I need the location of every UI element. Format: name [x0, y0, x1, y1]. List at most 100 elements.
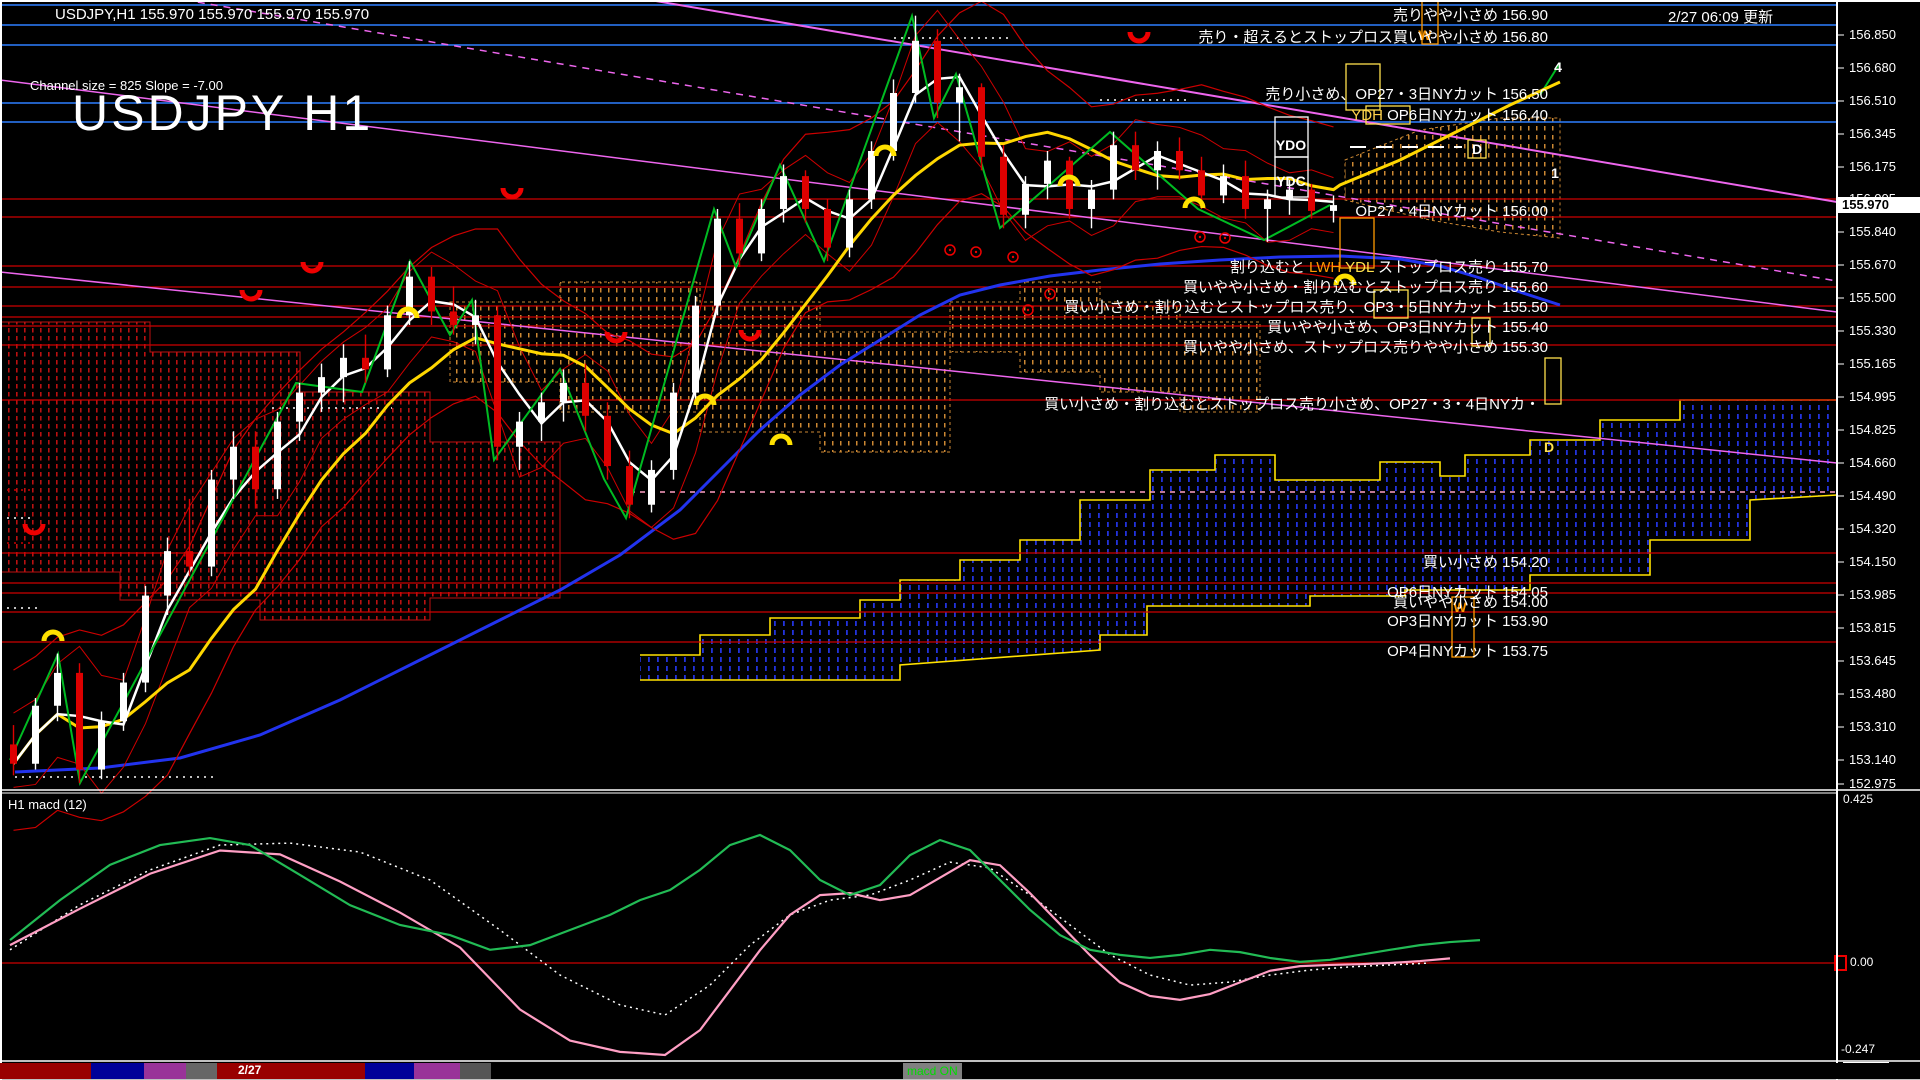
- price-axis-label: 154.490: [1849, 488, 1896, 503]
- candle-bear: [1132, 145, 1139, 170]
- price-axis-label: 153.310: [1849, 719, 1896, 734]
- candle-bull: [890, 93, 897, 151]
- candle-bull: [1154, 151, 1161, 170]
- candle-bull: [384, 315, 391, 369]
- level-annotation: OP3日NYカット 153.90: [1387, 613, 1548, 630]
- red-circle-dot: [1027, 309, 1029, 311]
- macd-toggle-button[interactable]: macd ON: [903, 1063, 962, 1079]
- candle-bull: [670, 393, 677, 470]
- macd-indicator-label: H1 macd (12): [8, 797, 87, 812]
- candle-bull: [1264, 199, 1271, 209]
- candle-bull: [560, 383, 567, 402]
- candle-bear: [1198, 170, 1205, 195]
- candle-bull: [98, 721, 105, 769]
- level-annotation: YDH OP6日NYカット 156.40: [1351, 107, 1548, 124]
- red-circle-dot: [1049, 293, 1051, 295]
- price-axis-label: 154.995: [1849, 389, 1896, 404]
- candle-bull: [142, 596, 149, 683]
- candle-bull: [340, 358, 347, 377]
- level-annotation: OP27・4日NYカット 156.00: [1355, 203, 1548, 220]
- bottom-bar-segment: [0, 1063, 91, 1079]
- chart-canvas[interactable]: YDOYDCWWDD41売りやや小さめ 156.90売り・超えるとストップロス買…: [0, 0, 1920, 1080]
- bottom-bar-segment: [91, 1063, 144, 1079]
- candle-bull: [648, 470, 655, 505]
- candle-bull: [472, 315, 479, 325]
- candle-bear: [604, 416, 611, 466]
- candle-bull: [208, 480, 215, 567]
- level-annotation: 買い小さめ 154.20: [1423, 554, 1548, 571]
- candle-bull: [538, 402, 545, 421]
- candle-bull: [274, 422, 281, 490]
- floating-label: D: [1472, 141, 1482, 157]
- candle-bull: [1088, 190, 1095, 209]
- update-time-label: 2/27 06:09 更新: [1668, 6, 1773, 27]
- candle-bull: [846, 199, 853, 247]
- level-annotation: 買いやや小さめ 154.00: [1393, 594, 1548, 611]
- candle-bull: [868, 151, 875, 199]
- candle-bull: [758, 209, 765, 253]
- price-axis-label: 153.645: [1849, 653, 1896, 668]
- candle-bull: [692, 306, 699, 393]
- level-annotation: 買いやや小さめ・割り込むとストップロス売り 155.60: [1183, 279, 1548, 296]
- candle-bull: [1110, 145, 1117, 189]
- price-axis-label: 154.150: [1849, 554, 1896, 569]
- price-axis-label: 156.175: [1849, 159, 1896, 174]
- candle-bear: [934, 41, 941, 103]
- red-circle-dot: [1199, 236, 1201, 238]
- red-circle-dot: [1012, 256, 1014, 258]
- candle-bear: [494, 315, 501, 446]
- level-annotation: 買い小さめ・割り込むとストップロス売り、OP3・5日NYカット 155.50: [1064, 299, 1548, 316]
- bottom-bar-segment: [414, 1063, 460, 1079]
- candle-bear: [802, 176, 809, 209]
- symbol-header: USDJPY,H1 155.970 155.970 155.970 155.97…: [55, 6, 369, 23]
- candle-bull: [32, 706, 39, 764]
- bottom-bar-segment: [186, 1063, 217, 1079]
- channel-info-label: Channel size = 825 Slope = -7.00: [30, 78, 223, 93]
- level-annotation: 割り込むと LWH YDL ストップロス売り 155.70: [1230, 259, 1548, 276]
- candle-bear: [626, 466, 633, 505]
- red-circle-dot: [949, 249, 951, 251]
- candle-bear: [76, 673, 83, 770]
- mt4-window: YDOYDCWWDD41売りやや小さめ 156.90売り・超えるとストップロス買…: [0, 0, 1920, 1080]
- price-axis-label: 152.975: [1849, 776, 1896, 791]
- candle-bear: [1242, 176, 1249, 209]
- price-axis-label: 154.825: [1849, 422, 1896, 437]
- price-axis-label: 153.985: [1849, 587, 1896, 602]
- level-annotation: 買い小さめ・割り込むとストップロス売り小さめ、OP27・3・4日NYカ・: [1044, 396, 1540, 413]
- macd-axis-max: 0.425: [1843, 792, 1873, 806]
- candle-bear: [1000, 157, 1007, 215]
- level-annotation: 売り・超えるとストップロス買いやや小さめ 156.80: [1198, 29, 1548, 46]
- floating-label: D: [1544, 439, 1554, 455]
- red-circle-dot: [975, 251, 977, 253]
- candle-bull: [780, 176, 787, 209]
- candle-bull: [516, 422, 523, 447]
- candle-bear: [1308, 190, 1315, 211]
- price-axis-label: 154.320: [1849, 521, 1896, 536]
- floating-label: 1: [1551, 165, 1559, 181]
- candle-bear: [978, 87, 985, 157]
- candle-bull: [1220, 176, 1227, 195]
- price-axis-label: 156.510: [1849, 93, 1896, 108]
- price-axis-label: 156.345: [1849, 126, 1896, 141]
- price-axis-label: 156.680: [1849, 60, 1896, 75]
- candle-bull: [296, 393, 303, 422]
- level-annotation: 買いやや小さめ、ストップロス売りやや小さめ 155.30: [1183, 339, 1548, 356]
- red-circle-dot: [1224, 237, 1226, 239]
- price-axis-label: 156.850: [1849, 27, 1896, 42]
- bottom-bar-segment: [365, 1063, 414, 1079]
- candle-bear: [186, 551, 193, 566]
- bottom-bar-segment: [144, 1063, 186, 1079]
- level-annotation: 売りやや小さめ 156.90: [1393, 7, 1548, 24]
- macd-axis-zero: 0.00: [1850, 955, 1873, 969]
- candle-bull: [1286, 190, 1293, 200]
- floating-label: 4: [1554, 59, 1562, 75]
- level-annotation: 売り小さめ、OP27・3日NYカット 156.50: [1265, 86, 1548, 103]
- floating-label: YDO: [1276, 137, 1306, 153]
- candle-bear: [1176, 151, 1183, 170]
- level-annotation: OP4日NYカット 153.75: [1387, 643, 1548, 660]
- price-axis-label: 155.670: [1849, 257, 1896, 272]
- candle-bull: [956, 87, 963, 102]
- candle-bull: [1330, 205, 1337, 211]
- candle-bull: [912, 41, 919, 93]
- candle-bear: [428, 277, 435, 312]
